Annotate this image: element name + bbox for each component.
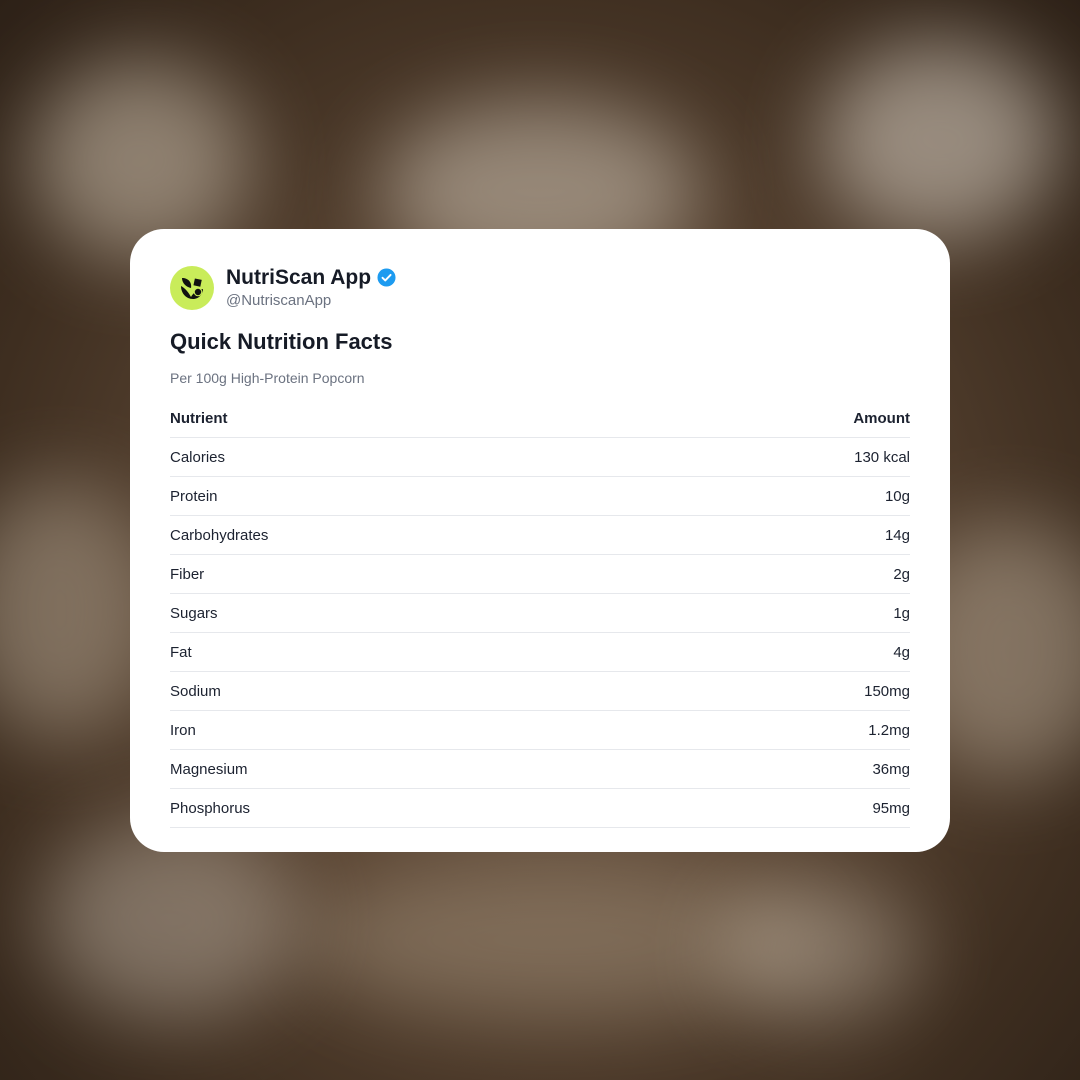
nutrient-amount: 10g: [639, 476, 910, 516]
nutrient-amount: 4g: [639, 632, 910, 672]
nutrient-name: Carbohydrates: [170, 515, 640, 555]
card-title: Quick Nutrition Facts: [170, 329, 393, 354]
table-row: Fiber 2g: [170, 554, 910, 594]
card-subtitle: Per 100g High-Protein Popcorn: [170, 370, 365, 386]
nutrient-name: Magnesium: [170, 749, 640, 789]
nutrient-amount: 1g: [639, 593, 910, 633]
table-row: Protein 10g: [170, 476, 910, 516]
nutrient-name: Calories: [170, 437, 640, 477]
nutrient-amount: 130 kcal: [639, 437, 910, 477]
nutrient-amount: 36mg: [639, 749, 910, 789]
table-row: Sodium 150mg: [170, 671, 910, 711]
table-row: Calories 130 kcal: [170, 437, 910, 477]
nutrient-name: Fat: [170, 632, 640, 672]
nutrient-amount: 95mg: [639, 788, 910, 828]
avatar[interactable]: [170, 266, 214, 310]
nutrient-amount: 2g: [639, 554, 910, 594]
verified-badge-icon: [377, 268, 396, 287]
nutrient-amount: 1.2mg: [639, 710, 910, 750]
nutrient-name: Protein: [170, 476, 640, 516]
table-row: Fat 4g: [170, 632, 910, 672]
app-name[interactable]: NutriScan App: [226, 266, 371, 290]
nutrient-name: Phosphorus: [170, 788, 640, 828]
nutrient-amount: 14g: [639, 515, 910, 555]
nutrition-post-card: NutriScan App @NutriscanApp Quick Nutrit…: [130, 229, 950, 852]
column-header-nutrient: Nutrient: [170, 399, 640, 438]
nutrient-amount: 150mg: [639, 671, 910, 711]
nutrient-name: Iron: [170, 710, 640, 750]
post-header: NutriScan App @NutriscanApp: [170, 265, 910, 311]
leaf-logo-icon: [181, 278, 203, 299]
account-handle[interactable]: @NutriscanApp: [226, 291, 396, 311]
table-row: Carbohydrates 14g: [170, 515, 910, 555]
nutrient-name: Sugars: [170, 593, 640, 633]
table-header-row: Nutrient Amount: [170, 399, 910, 438]
table-row: Sugars 1g: [170, 593, 910, 633]
table-row: Phosphorus 95mg: [170, 788, 910, 828]
nutrient-name: Sodium: [170, 671, 640, 711]
column-header-amount: Amount: [639, 399, 910, 438]
nutrient-name: Fiber: [170, 554, 640, 594]
nutrition-table: Nutrient Amount Calories 130 kcal Protei…: [170, 399, 910, 828]
table-row: Iron 1.2mg: [170, 710, 910, 750]
table-row: Magnesium 36mg: [170, 749, 910, 789]
